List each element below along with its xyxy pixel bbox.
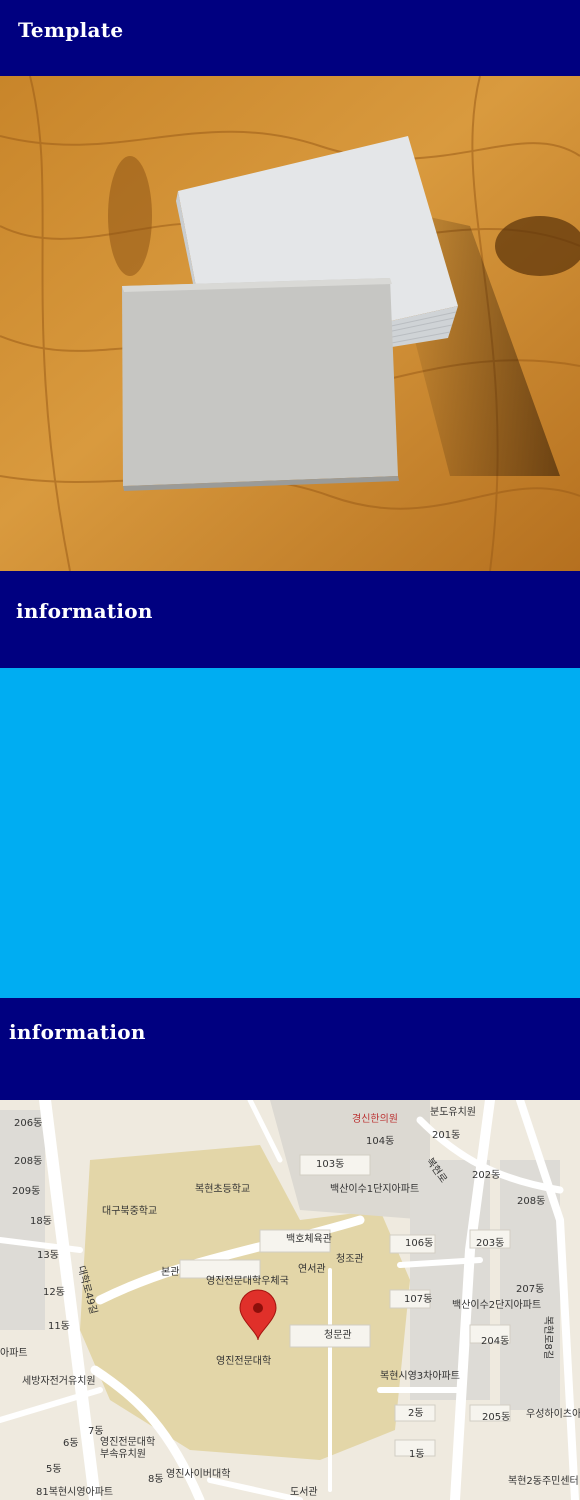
map-label: 107동 — [404, 1294, 433, 1305]
map-label: 본관 — [161, 1267, 180, 1278]
map-label: 203동 — [476, 1238, 505, 1249]
map-label: 영진전문대학우체국 — [206, 1276, 289, 1287]
map-label: 대구북중학교 — [102, 1206, 158, 1217]
map-label: 201동 — [432, 1130, 461, 1141]
map-label: 5동 — [46, 1464, 62, 1475]
map-label: 복현2동주민센터 — [508, 1476, 579, 1487]
map-label: 106동 — [405, 1238, 434, 1249]
map-label: 12동 — [43, 1287, 65, 1298]
map-label: 도서관 — [290, 1487, 318, 1498]
map-label: 영진사이버대학 — [166, 1469, 231, 1480]
map-label: 6동 — [63, 1438, 79, 1449]
map-label: 경신한의원 — [352, 1114, 398, 1125]
map-label: 복현로8길 — [542, 1315, 554, 1360]
map-label: 104동 — [366, 1136, 395, 1147]
map-label: 209동 — [12, 1186, 41, 1197]
map-label: 18동 — [30, 1216, 52, 1227]
map-label: 202동 — [472, 1170, 501, 1181]
business-cards-photo — [0, 76, 580, 571]
map-label: 206동 — [14, 1118, 43, 1129]
map-label: 103동 — [316, 1159, 345, 1170]
header-bar: Template — [0, 0, 580, 76]
map-label: 백산이수2단지아파트 — [452, 1300, 542, 1311]
header-title: Template — [18, 18, 124, 42]
map-label: 208동 — [14, 1156, 43, 1167]
information-title-1: information — [16, 599, 153, 623]
map-label: 207동 — [516, 1284, 545, 1295]
map-label: 13동 — [37, 1250, 59, 1261]
map-label: 2동 — [408, 1408, 424, 1419]
map-label: 청조관 — [336, 1254, 364, 1265]
map-label: 11동 — [48, 1321, 70, 1332]
information-section-header-2: information — [0, 998, 580, 1100]
map-label: 205동 — [482, 1412, 511, 1423]
hero-image — [0, 76, 580, 571]
map-label: 아파트 — [0, 1348, 28, 1359]
location-map[interactable]: 206동 208동 209동 18동 13동 12동 11동 아파트 세방자전거… — [0, 1100, 580, 1500]
map-label: 분도유치원 — [430, 1107, 476, 1118]
map-label: 백호체육관 — [286, 1234, 332, 1245]
map-label: 81복현시영아파트 — [36, 1487, 114, 1498]
map-label: 연서관 — [298, 1264, 326, 1275]
map-label: 복현초등학교 — [195, 1184, 251, 1195]
map-label: 7동 — [88, 1426, 104, 1437]
map-label: 우성하이츠아파트 — [526, 1409, 580, 1420]
information-content-panel — [0, 668, 580, 998]
map-label: 백산이수1단지아파트 — [330, 1184, 420, 1195]
map-label: 영진전문대학 — [216, 1356, 272, 1367]
map-label: 청문관 — [324, 1330, 352, 1341]
map-label: 8동 — [148, 1474, 164, 1485]
map-label: 영진전문대학 부속유치원 — [100, 1437, 156, 1460]
map-label: 복현시영3차아파트 — [380, 1371, 460, 1382]
map-label: 204동 — [481, 1336, 510, 1347]
information-section-header: information — [0, 571, 580, 668]
map-label: 208동 — [517, 1196, 546, 1207]
information-title-2: information — [9, 1020, 146, 1044]
map-label: 1동 — [409, 1449, 425, 1460]
map-label: 세방자전거유치원 — [22, 1376, 96, 1387]
